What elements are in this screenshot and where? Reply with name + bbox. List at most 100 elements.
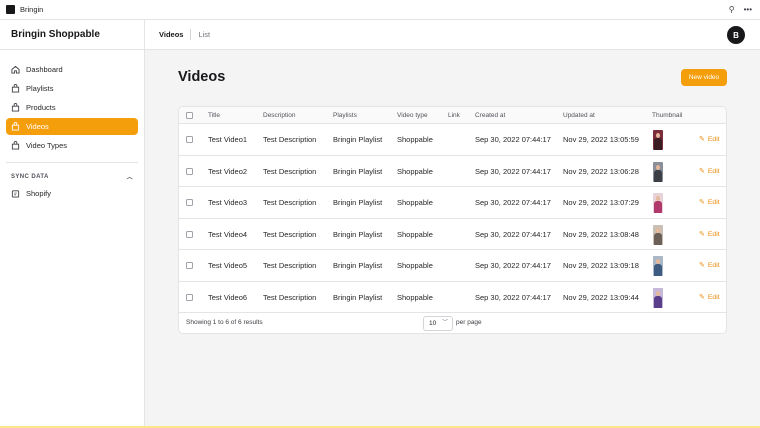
column-header-thumbnail[interactable]: Thumbnail [652, 107, 682, 124]
pencil-icon: ✎ [699, 136, 705, 143]
select-all-checkbox[interactable] [186, 112, 193, 119]
cell-playlist: Bringin Playlist [333, 292, 383, 302]
more-icon[interactable]: ••• [744, 6, 752, 14]
edit-label: Edit [707, 199, 720, 206]
column-header-description[interactable]: Description [263, 107, 296, 124]
row-checkbox[interactable] [186, 293, 193, 301]
pencil-icon: ✎ [699, 293, 705, 301]
videos-table: Title Description Playlists Video type L… [178, 106, 727, 334]
row-checkbox[interactable] [186, 167, 193, 175]
cell-created-at: Sep 30, 2022 07:44:17 [475, 135, 551, 144]
sidebar-item-label: Products [26, 103, 56, 112]
cell-created-at: Sep 30, 2022 07:44:17 [475, 166, 551, 176]
brand-title: Bringin Shoppable [0, 20, 144, 50]
edit-label: Edit [707, 262, 720, 269]
edit-button[interactable]: ✎ Edit [699, 124, 720, 156]
video-thumbnail[interactable] [653, 256, 663, 276]
sidebar-nav: Dashboard Playlists Products Videos Vide… [0, 50, 144, 202]
new-video-button[interactable]: New video [681, 69, 727, 86]
sidebar-item-videos[interactable]: Videos [6, 118, 138, 135]
sidebar-item-label: Video Types [26, 141, 68, 150]
cell-title: Test Video5 [208, 261, 248, 270]
bag-icon [11, 103, 20, 112]
table-row[interactable]: Test Video3 Test Description Bringin Pla… [179, 187, 726, 219]
table-row[interactable]: Test Video1 Test Description Bringin Pla… [179, 124, 726, 156]
cell-updated-at: Nov 29, 2022 13:06:28 [563, 166, 639, 176]
bag-icon [11, 122, 20, 131]
home-icon [11, 65, 20, 74]
cell-description: Test Description [263, 292, 317, 302]
cell-video-type: Shoppable [397, 261, 433, 270]
cell-video-type: Shoppable [397, 166, 433, 176]
chevron-up-icon: ︿ [126, 175, 133, 181]
section-title: SYNC DATA [11, 173, 49, 180]
cell-video-type: Shoppable [397, 198, 433, 207]
table-row[interactable]: Test Video5 Test Description Bringin Pla… [179, 250, 726, 282]
cell-title: Test Video3 [208, 198, 248, 207]
cell-description: Test Description [263, 261, 317, 270]
video-thumbnail[interactable] [653, 161, 663, 182]
sidebar-item-label: Videos [26, 122, 49, 131]
cell-playlist: Bringin Playlist [333, 198, 383, 207]
sync-data-section-toggle[interactable]: SYNC DATA ︿ [11, 172, 133, 182]
video-thumbnail[interactable] [653, 193, 663, 213]
edit-button[interactable]: ✎ Edit [699, 282, 720, 314]
table-row[interactable]: Test Video4 Test Description Bringin Pla… [179, 219, 726, 251]
app-logo [6, 5, 15, 14]
row-checkbox[interactable] [186, 136, 193, 143]
sidebar-item-products[interactable]: Products [6, 99, 138, 116]
sidebar: Bringin Shoppable Dashboard Playlists Pr… [0, 20, 145, 428]
edit-label: Edit [707, 293, 720, 301]
cell-playlist: Bringin Playlist [333, 135, 383, 144]
sidebar-item-label: Dashboard [26, 65, 63, 74]
column-header-video-type[interactable]: Video type [397, 107, 428, 124]
video-thumbnail[interactable] [653, 224, 663, 245]
edit-button[interactable]: ✎ Edit [699, 219, 720, 251]
per-page-select[interactable]: 10 ﹀ [423, 316, 453, 331]
breadcrumb-list: List [198, 30, 211, 39]
divider [6, 162, 138, 163]
sidebar-item-dashboard[interactable]: Dashboard [6, 61, 138, 78]
column-header-playlists[interactable]: Playlists [333, 107, 357, 124]
pagination-summary: Showing 1 to 6 of 6 results [186, 319, 263, 326]
video-thumbnail[interactable] [653, 287, 663, 308]
window-title: Bringin [20, 5, 44, 14]
cell-video-type: Shoppable [397, 229, 433, 239]
per-page-label: per page [456, 319, 482, 326]
cell-description: Test Description [263, 198, 317, 207]
pencil-icon: ✎ [699, 262, 705, 269]
edit-button[interactable]: ✎ Edit [699, 156, 720, 188]
shopify-icon [11, 189, 20, 198]
sidebar-item-label: Shopify [26, 189, 52, 198]
cell-title: Test Video2 [208, 166, 248, 176]
page-header: Videos List B [145, 20, 760, 50]
sidebar-item-label: Playlists [26, 84, 54, 93]
edit-button[interactable]: ✎ Edit [699, 187, 720, 219]
table-row[interactable]: Test Video2 Test Description Bringin Pla… [179, 156, 726, 188]
table-row[interactable]: Test Video6 Test Description Bringin Pla… [179, 282, 726, 314]
column-header-created-at[interactable]: Created at [475, 107, 505, 124]
cell-description: Test Description [263, 135, 317, 144]
column-header-title[interactable]: Title [208, 107, 220, 124]
breadcrumb-separator [190, 29, 192, 40]
cell-updated-at: Nov 29, 2022 13:09:44 [563, 292, 639, 302]
edit-label: Edit [707, 136, 720, 143]
column-header-updated-at[interactable]: Updated at [563, 107, 595, 124]
row-checkbox[interactable] [186, 262, 193, 269]
column-header-link[interactable]: Link [448, 107, 460, 124]
page-title: Videos [178, 69, 226, 85]
cell-created-at: Sep 30, 2022 07:44:17 [475, 229, 551, 239]
breadcrumb-videos[interactable]: Videos [159, 30, 183, 39]
sidebar-item-video-types[interactable]: Video Types [6, 137, 138, 154]
edit-button[interactable]: ✎ Edit [699, 250, 720, 282]
pin-icon[interactable]: ⚲ [729, 6, 735, 14]
row-checkbox[interactable] [186, 230, 193, 238]
row-checkbox[interactable] [186, 199, 193, 206]
window-titlebar: Bringin ⚲ ••• [0, 0, 760, 20]
avatar[interactable]: B [727, 26, 745, 44]
sidebar-item-playlists[interactable]: Playlists [6, 80, 138, 97]
sidebar-item-shopify[interactable]: Shopify [6, 185, 138, 202]
cell-title: Test Video4 [208, 229, 248, 239]
video-thumbnail[interactable] [653, 130, 663, 150]
pencil-icon: ✎ [699, 167, 705, 175]
